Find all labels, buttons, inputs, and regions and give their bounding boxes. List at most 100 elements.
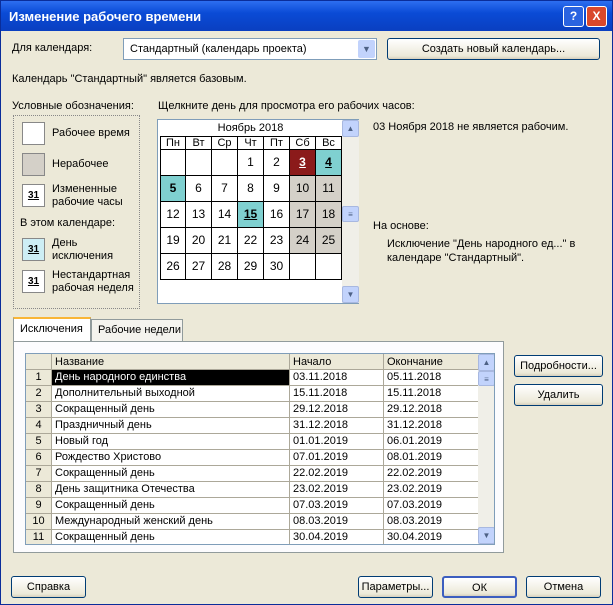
calendar-day[interactable]: 12 (160, 202, 186, 228)
calendar-day[interactable]: 28 (212, 254, 238, 280)
cancel-button[interactable]: Отмена (526, 576, 601, 598)
calendar-day[interactable]: 7 (212, 176, 238, 202)
cell-start[interactable]: 08.03.2019 (290, 514, 384, 530)
close-button[interactable]: X (586, 6, 607, 27)
table-row[interactable]: 11 Сокращенный день 30.04.2019 30.04.2019 (26, 530, 481, 544)
row-number[interactable]: 9 (26, 498, 52, 514)
calendar-day[interactable]: 23 (264, 228, 290, 254)
calendar-day[interactable]: 26 (160, 254, 186, 280)
cell-start[interactable]: 07.01.2019 (290, 450, 384, 466)
calendar-day[interactable]: 21 (212, 228, 238, 254)
cell-name[interactable]: День народного единства (52, 370, 290, 386)
cell-end[interactable]: 31.12.2018 (384, 418, 481, 434)
cell-start[interactable]: 30.04.2019 (290, 530, 384, 544)
table-row[interactable]: 5 Новый год 01.01.2019 06.01.2019 (26, 434, 481, 450)
cell-start[interactable]: 23.02.2019 (290, 482, 384, 498)
cell-name[interactable]: Рождество Христово (52, 450, 290, 466)
cell-end[interactable]: 22.02.2019 (384, 466, 481, 482)
calendar-day[interactable]: 27 (186, 254, 212, 280)
cell-end[interactable]: 29.12.2018 (384, 402, 481, 418)
cell-start[interactable]: 03.11.2018 (290, 370, 384, 386)
calendar-day[interactable]: 30 (264, 254, 290, 280)
calendar-day[interactable]: 1 (238, 150, 264, 176)
table-row[interactable]: 4 Праздничный день 31.12.2018 31.12.2018 (26, 418, 481, 434)
calendar-day[interactable]: 14 (212, 202, 238, 228)
ok-button[interactable]: ОК (442, 576, 517, 598)
row-number[interactable]: 4 (26, 418, 52, 434)
cell-name[interactable]: Международный женский день (52, 514, 290, 530)
row-number[interactable]: 3 (26, 402, 52, 418)
row-number[interactable]: 5 (26, 434, 52, 450)
calendar-day[interactable]: 19 (160, 228, 186, 254)
cell-start[interactable]: 22.02.2019 (290, 466, 384, 482)
table-row[interactable]: 7 Сокращенный день 22.02.2019 22.02.2019 (26, 466, 481, 482)
table-row[interactable]: 1 День народного единства 03.11.2018 05.11.… (26, 370, 481, 386)
scroll-thumb[interactable]: ≡ (342, 206, 359, 222)
create-calendar-button[interactable]: Создать новый календарь... (387, 38, 600, 60)
scroll-down-icon[interactable]: ▼ (342, 286, 359, 303)
calendar-select[interactable]: Стандартный (календарь проекта) ▼ (123, 38, 377, 60)
chevron-down-icon[interactable]: ▼ (358, 40, 375, 58)
calendar-day[interactable]: 15 (238, 202, 264, 228)
table-row[interactable]: 6 Рождество Христово 07.01.2019 08.01.2019 (26, 450, 481, 466)
scroll-down-icon[interactable]: ▼ (478, 527, 494, 544)
calendar-day[interactable]: 10 (290, 176, 316, 202)
calendar-day[interactable]: 8 (238, 176, 264, 202)
calendar-day[interactable]: 18 (316, 202, 342, 228)
calendar-day[interactable]: 29 (238, 254, 264, 280)
row-number[interactable]: 6 (26, 450, 52, 466)
delete-button[interactable]: Удалить (514, 384, 603, 406)
row-number[interactable]: 2 (26, 386, 52, 402)
row-number[interactable]: 11 (26, 530, 52, 544)
cell-name[interactable]: Сокращенный день (52, 498, 290, 514)
cell-start[interactable]: 07.03.2019 (290, 498, 384, 514)
calendar-day[interactable]: 17 (290, 202, 316, 228)
cell-end[interactable]: 07.03.2019 (384, 498, 481, 514)
cell-name[interactable]: Дополнительный выходной (52, 386, 290, 402)
scroll-up-icon[interactable]: ▲ (342, 120, 359, 137)
options-button[interactable]: Параметры... (358, 576, 433, 598)
calendar-day[interactable]: 6 (186, 176, 212, 202)
cell-end[interactable]: 06.01.2019 (384, 434, 481, 450)
cell-start[interactable]: 31.12.2018 (290, 418, 384, 434)
table-row[interactable]: 8 День защитника Отечества 23.02.2019 23.02… (26, 482, 481, 498)
table-scrollbar[interactable]: ▲ ≡ ▼ (478, 354, 494, 544)
calendar-day[interactable]: 22 (238, 228, 264, 254)
calendar-day[interactable]: 2 (264, 150, 290, 176)
cell-end[interactable]: 15.11.2018 (384, 386, 481, 402)
cell-name[interactable]: Сокращенный день (52, 530, 290, 544)
column-header-name[interactable]: Название (52, 354, 290, 370)
cell-start[interactable]: 01.01.2019 (290, 434, 384, 450)
calendar-day[interactable]: 25 (316, 228, 342, 254)
cell-end[interactable]: 08.03.2019 (384, 514, 481, 530)
scroll-thumb[interactable]: ≡ (478, 371, 494, 386)
calendar-day[interactable]: 9 (264, 176, 290, 202)
cell-name[interactable]: Новый год (52, 434, 290, 450)
cell-end[interactable]: 23.02.2019 (384, 482, 481, 498)
calendar-day[interactable]: 4 (316, 150, 342, 176)
row-number[interactable]: 8 (26, 482, 52, 498)
cell-end[interactable]: 05.11.2018 (384, 370, 481, 386)
calendar-day[interactable]: 16 (264, 202, 290, 228)
table-row[interactable]: 2 Дополнительный выходной 15.11.2018 15.11.… (26, 386, 481, 402)
details-button[interactable]: Подробности... (514, 355, 603, 377)
table-row[interactable]: 9 Сокращенный день 07.03.2019 07.03.2019 (26, 498, 481, 514)
help-button[interactable]: Справка (11, 576, 86, 598)
cell-end[interactable]: 08.01.2019 (384, 450, 481, 466)
calendar-day[interactable]: 24 (290, 228, 316, 254)
cell-end[interactable]: 30.04.2019 (384, 530, 481, 544)
help-title-button[interactable]: ? (563, 6, 584, 27)
table-row[interactable]: 10 Международный женский день 08.03.2019 08… (26, 514, 481, 530)
column-header-end[interactable]: Окончание (384, 354, 481, 370)
table-row[interactable]: 3 Сокращенный день 29.12.2018 29.12.2018 (26, 402, 481, 418)
cell-name[interactable]: День защитника Отечества (52, 482, 290, 498)
tab-exceptions[interactable]: Исключения (13, 317, 91, 341)
calendar-day[interactable]: 13 (186, 202, 212, 228)
row-number[interactable]: 7 (26, 466, 52, 482)
column-header-start[interactable]: Начало (290, 354, 384, 370)
tab-work-weeks[interactable]: Рабочие недели (91, 319, 183, 341)
scroll-up-icon[interactable]: ▲ (478, 354, 494, 371)
cell-start[interactable]: 29.12.2018 (290, 402, 384, 418)
calendar-day[interactable]: 5 (160, 176, 186, 202)
calendar-day[interactable]: 3 (290, 150, 316, 176)
